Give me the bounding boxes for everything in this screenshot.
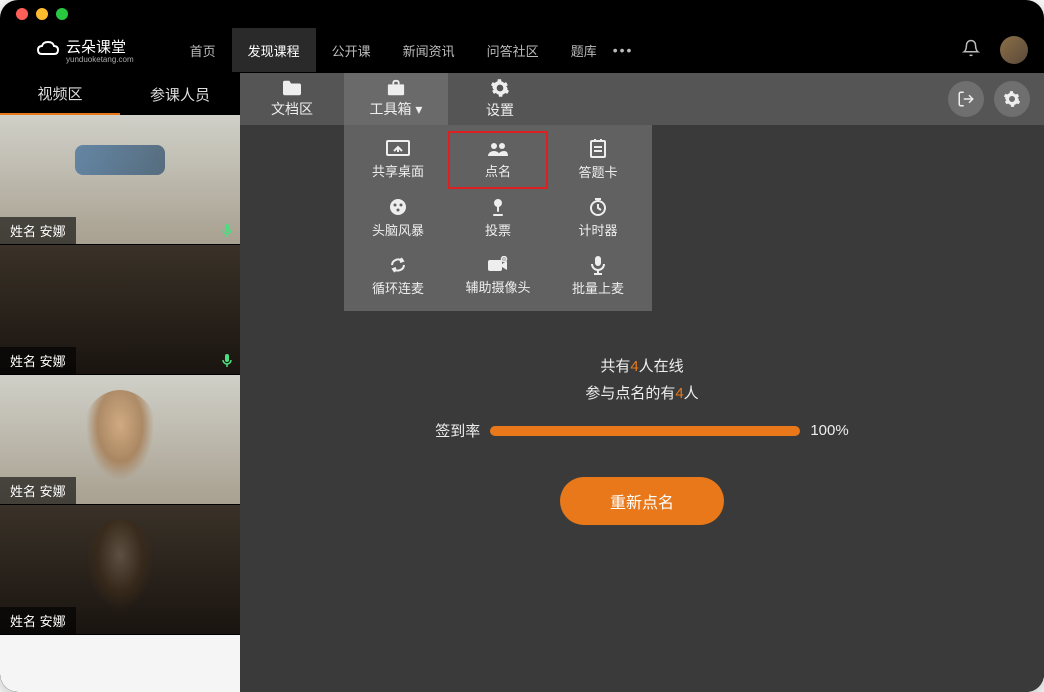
tab-toolbox[interactable]: 工具箱 ▾ xyxy=(344,73,448,125)
toolbox-dropdown: 共享桌面 点名 答题卡 头脑风暴 投票 xyxy=(344,125,652,311)
tab-docs[interactable]: 文档区 xyxy=(240,73,344,125)
brand-logo[interactable]: 云朵课堂 yunduoketang.com xyxy=(36,36,134,64)
nav-bank[interactable]: 题库 xyxy=(555,28,613,72)
nav-qa[interactable]: 问答社区 xyxy=(471,28,555,72)
video-tile-1[interactable]: 姓名 安娜 xyxy=(0,245,240,375)
folder-icon xyxy=(281,79,303,97)
dd-timer[interactable]: 计时器 xyxy=(548,189,648,247)
avatar[interactable] xyxy=(1000,36,1028,64)
mic-icon xyxy=(218,222,236,240)
attend-stat: 参与点名的有4人 xyxy=(585,382,698,403)
brain-icon xyxy=(388,197,408,217)
dd-answer-card[interactable]: 答题卡 xyxy=(548,131,648,189)
tab-participants[interactable]: 参课人员 xyxy=(120,73,240,115)
brand-sub: yunduoketang.com xyxy=(66,55,134,64)
dd-aux-camera[interactable]: 辅助摄像头 xyxy=(448,247,548,305)
share-screen-icon xyxy=(386,140,410,158)
bell-icon[interactable] xyxy=(962,39,980,62)
settings-button[interactable] xyxy=(994,81,1030,117)
face-placeholder xyxy=(80,390,160,490)
app-window: 云朵课堂 yunduoketang.com 首页 发现课程 公开课 新闻资讯 问… xyxy=(0,0,1044,692)
video-sidebar: 视频区 参课人员 姓名 安娜 姓名 安娜 姓名 安娜 xyxy=(0,73,240,692)
vote-icon xyxy=(488,197,508,217)
video-list: 姓名 安娜 姓名 安娜 姓名 安娜 姓名 安娜 xyxy=(0,115,240,692)
progress-row: 签到率 100% xyxy=(435,420,848,441)
exit-icon xyxy=(957,90,975,108)
participant-name: 姓名 安娜 xyxy=(0,607,76,634)
rate-pct: 100% xyxy=(810,422,848,439)
rate-label: 签到率 xyxy=(435,420,480,441)
tab-video-area[interactable]: 视频区 xyxy=(0,73,120,115)
main-area: 文档区 工具箱 ▾ 设置 xyxy=(240,73,1044,692)
dd-share-screen[interactable]: 共享桌面 xyxy=(348,131,448,189)
video-tile-3[interactable]: 姓名 安娜 xyxy=(0,505,240,635)
tab-settings[interactable]: 设置 xyxy=(448,73,552,125)
progress-bar xyxy=(490,426,800,436)
mic-icon xyxy=(218,352,236,370)
batch-mic-icon xyxy=(589,255,607,275)
mac-titlebar xyxy=(0,0,1044,28)
nav-public[interactable]: 公开课 xyxy=(316,28,387,72)
gear-icon xyxy=(1003,90,1021,108)
online-stat: 共有4人在线 xyxy=(600,355,683,376)
maximize-dot[interactable] xyxy=(56,8,68,20)
main-toolbar: 文档区 工具箱 ▾ 设置 xyxy=(240,73,1044,125)
minimize-dot[interactable] xyxy=(36,8,48,20)
camera-icon xyxy=(487,256,509,274)
close-dot[interactable] xyxy=(16,8,28,20)
participant-name: 姓名 安娜 xyxy=(0,477,76,504)
nav-discover[interactable]: 发现课程 xyxy=(232,28,316,72)
nav-more[interactable]: ••• xyxy=(613,42,634,58)
loop-mic-icon xyxy=(388,255,408,275)
people-icon xyxy=(486,140,510,158)
rerollcall-button[interactable]: 重新点名 xyxy=(560,477,724,525)
card-icon xyxy=(588,139,608,159)
exit-button[interactable] xyxy=(948,81,984,117)
top-nav: 云朵课堂 yunduoketang.com 首页 发现课程 公开课 新闻资讯 问… xyxy=(0,28,1044,72)
video-tile-0[interactable]: 姓名 安娜 xyxy=(0,115,240,245)
participant-name: 姓名 安娜 xyxy=(0,217,76,244)
briefcase-icon xyxy=(385,79,407,97)
brand-name: 云朵课堂 xyxy=(66,36,134,57)
participant-name: 姓名 安娜 xyxy=(0,347,76,374)
dd-loop-mic[interactable]: 循环连麦 xyxy=(348,247,448,305)
face-placeholder xyxy=(80,520,160,620)
gear-icon xyxy=(490,78,510,98)
video-tile-2[interactable]: 姓名 安娜 xyxy=(0,375,240,505)
caret-down-icon: ▾ xyxy=(415,101,422,117)
timer-icon xyxy=(588,197,608,217)
nav-news[interactable]: 新闻资讯 xyxy=(387,28,471,72)
dd-brainstorm[interactable]: 头脑风暴 xyxy=(348,189,448,247)
face-placeholder xyxy=(75,145,165,175)
cloud-icon xyxy=(36,40,60,60)
dd-batch-mic[interactable]: 批量上麦 xyxy=(548,247,648,305)
dd-vote[interactable]: 投票 xyxy=(448,189,548,247)
dd-rollcall[interactable]: 点名 xyxy=(448,131,548,189)
video-tile-blank xyxy=(0,635,240,692)
nav-home[interactable]: 首页 xyxy=(174,28,232,72)
